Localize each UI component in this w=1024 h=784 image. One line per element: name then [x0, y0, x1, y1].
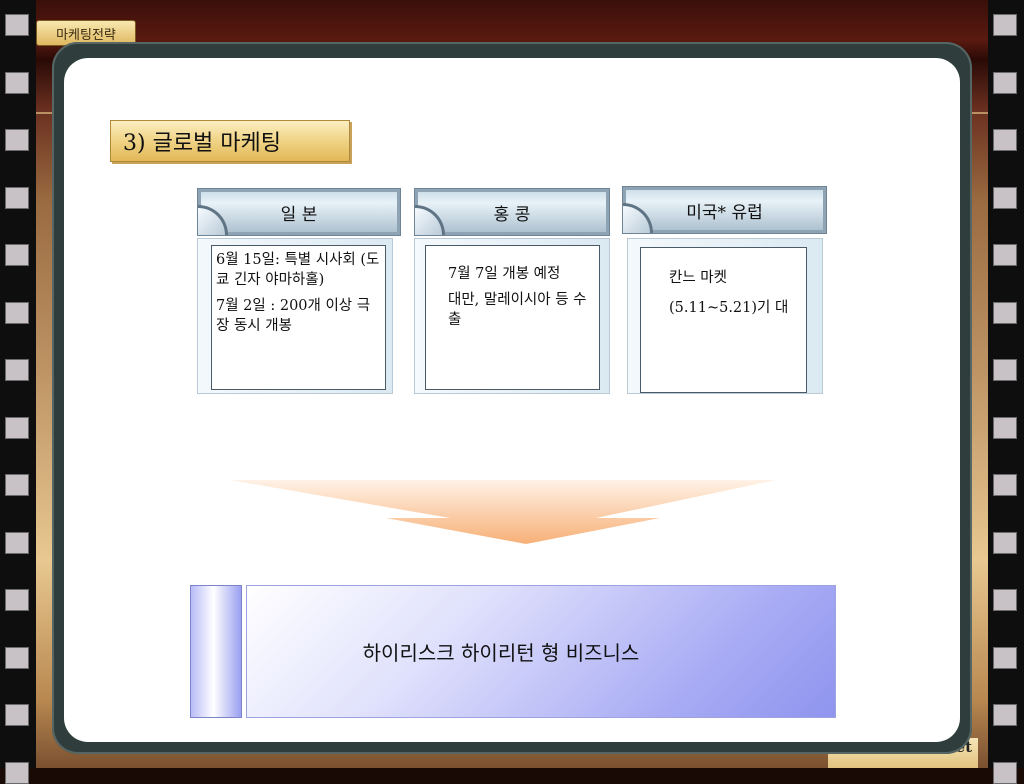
film-hole: [993, 761, 1017, 784]
film-hole: [5, 704, 29, 726]
film-hole: [5, 474, 29, 496]
film-hole: [993, 14, 1017, 36]
film-hole: [5, 416, 29, 439]
film-hole: [5, 186, 29, 209]
column-body-hongkong: 7월 7일 개봉 예정 대만, 말레이시아 등 수출: [414, 238, 610, 394]
film-hole: [993, 129, 1017, 151]
film-hole: [5, 531, 29, 554]
film-hole: [5, 359, 29, 381]
film-hole: [993, 244, 1017, 266]
film-hole: [993, 474, 1017, 496]
column-header-label: 미국* 유럽: [686, 202, 763, 223]
column-body-japan: 6월 15일: 특별 시사회 (도쿄 긴자 야마하홀) 7월 2일 : 200개…: [197, 238, 393, 394]
column-text: 7월 7일 개봉 예정: [448, 266, 561, 282]
banner-text: 하이리스크 하이리턴 형 비즈니스: [362, 641, 640, 665]
film-hole: [993, 359, 1017, 381]
film-hole: [5, 129, 29, 151]
column-header-us-europe: 미국* 유럽: [622, 186, 827, 234]
film-hole: [5, 71, 29, 94]
column-content-box: 7월 7일 개봉 예정 대만, 말레이시아 등 수출: [425, 245, 600, 390]
film-hole: [5, 761, 29, 784]
column-header-japan: 일 본: [197, 188, 401, 236]
film-hole: [993, 71, 1017, 94]
film-hole: [993, 589, 1017, 611]
slide-title: 3) 글로벌 마케팅: [110, 120, 350, 162]
film-hole: [993, 186, 1017, 209]
film-hole: [5, 589, 29, 611]
column-content-box: 칸느 마켓 (5.11~5.21)기 대: [640, 247, 807, 393]
column-header-label: 홍 콩: [493, 204, 531, 225]
film-hole: [993, 646, 1017, 669]
column-text: 7월 2일 : 200개 이상 극장 동시 개봉: [216, 298, 371, 334]
column-content-box: 6월 15일: 특별 시사회 (도쿄 긴자 야마하홀) 7월 2일 : 200개…: [211, 245, 386, 390]
film-hole: [5, 301, 29, 324]
film-hole: [5, 646, 29, 669]
column-header-hongkong: 홍 콩: [414, 188, 610, 236]
column-text: 대만, 말레이시아 등 수출: [448, 292, 587, 328]
film-hole: [993, 704, 1017, 726]
banner-side-block: [190, 585, 242, 718]
down-arrow-icon: [230, 480, 776, 544]
conclusion-banner: 하이리스크 하이리턴 형 비즈니스: [246, 585, 836, 718]
film-hole: [993, 301, 1017, 324]
column-text: (5.11~5.21)기 대: [669, 300, 789, 316]
film-hole: [993, 416, 1017, 439]
film-hole: [5, 14, 29, 36]
film-hole: [5, 244, 29, 266]
column-text: 칸느 마켓: [669, 270, 727, 286]
film-strip-right: [988, 0, 1024, 784]
film-strip-left: [0, 0, 36, 784]
column-header-label: 일 본: [280, 204, 318, 225]
film-hole: [993, 531, 1017, 554]
column-text: 6월 15일: 특별 시사회 (도쿄 긴자 야마하홀): [216, 252, 380, 288]
column-body-us-europe: 칸느 마켓 (5.11~5.21)기 대: [627, 238, 823, 394]
